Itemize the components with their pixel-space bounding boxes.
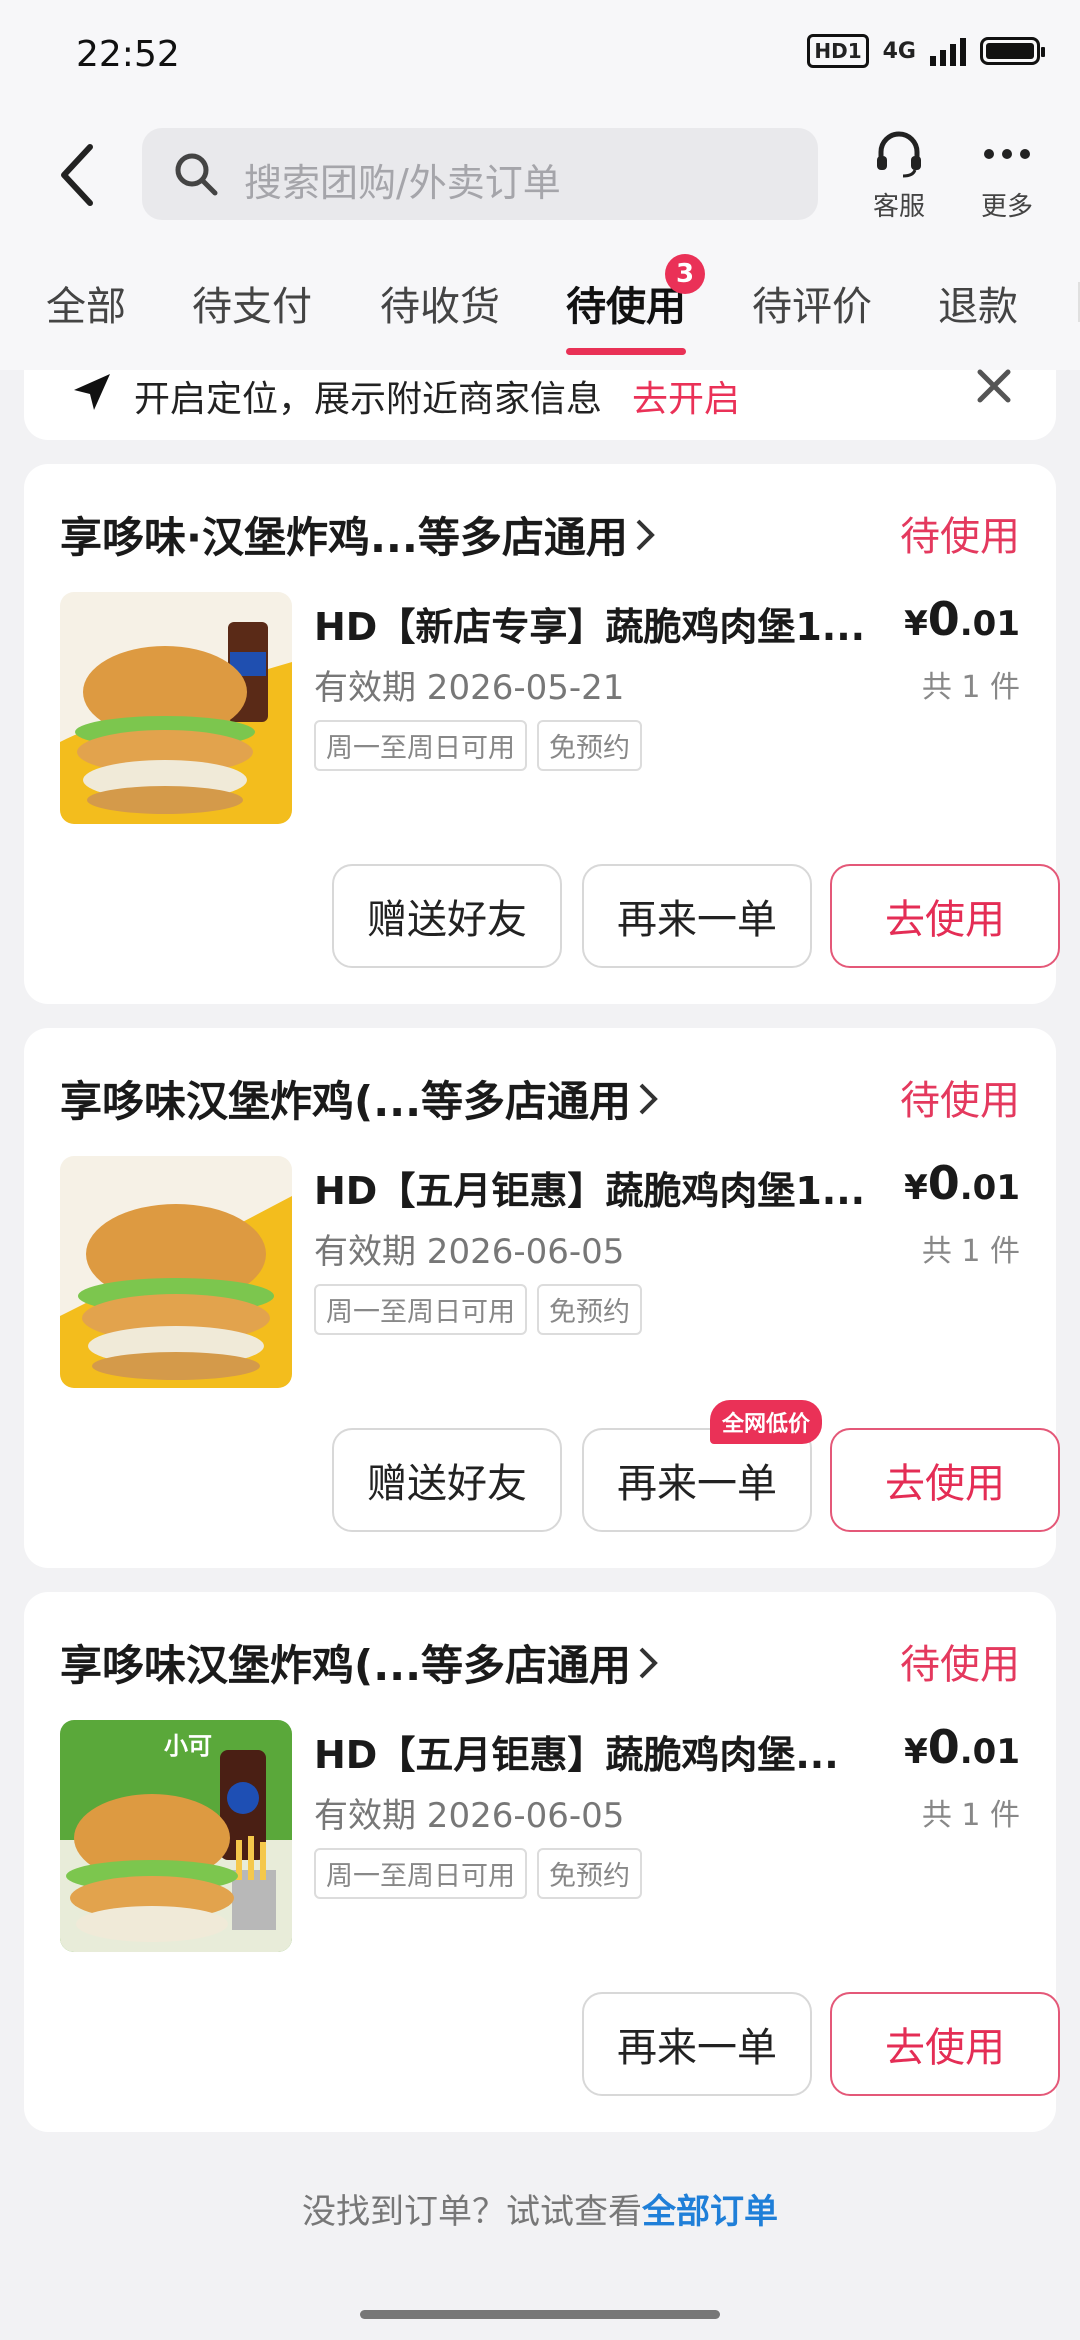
order-card[interactable]: 享哆味·汉堡炸鸡...等多店通用 待使用 HD【新店专享】蔬脆鸡肉堡1... ¥… — [24, 464, 1060, 1004]
gift-friend-button[interactable]: 赠送好友 — [332, 864, 562, 968]
use-button[interactable]: 去使用 — [830, 864, 1060, 968]
quantity: 共 1 件 — [921, 670, 1020, 705]
shop-name: 享哆味·汉堡炸鸡...等多店通用 — [60, 513, 628, 562]
reorder-button[interactable]: 再来一单 — [582, 864, 812, 968]
price-decimal: .01 — [959, 1732, 1020, 1772]
tag-no-reservation: 免预约 — [537, 1284, 642, 1335]
order-status: 待使用 — [900, 1078, 1020, 1124]
tag-weekdays: 周一至周日可用 — [314, 1284, 527, 1335]
tab-count-badge: 3 — [665, 254, 705, 294]
tab-pending-payment[interactable]: 待支付 — [192, 274, 312, 332]
tag-no-reservation: 免预约 — [537, 1848, 642, 1899]
all-orders-link[interactable]: 全部订单 — [642, 2192, 778, 2232]
tab-pending-delivery[interactable]: 待收货 — [380, 274, 500, 332]
validity-date: 有效期 2026-06-05 — [314, 1796, 625, 1836]
tag-weekdays: 周一至周日可用 — [314, 720, 527, 771]
product-name[interactable]: HD【五月钜惠】蔬脆鸡肉堡... — [314, 1724, 839, 1779]
order-status: 待使用 — [900, 1642, 1020, 1688]
order-card[interactable]: 享哆味汉堡炸鸡(...等多店通用 待使用 小可 HD【五月钜惠】蔬脆鸡肉堡...… — [24, 1592, 1060, 2132]
status-bar: 22:52 HD1 4G — [0, 0, 1080, 110]
product-name[interactable]: HD【新店专享】蔬脆鸡肉堡1... — [314, 596, 865, 651]
price: ¥0.01 — [904, 1720, 1020, 1774]
order-tabs: 全部 待支付 待收货 待使用 待评价 退款 — [0, 240, 1080, 370]
chevron-right-icon — [636, 519, 655, 550]
tab-indicator — [566, 348, 686, 355]
battery-icon — [980, 37, 1045, 65]
search-icon — [172, 150, 220, 202]
order-card[interactable]: 享哆味汉堡炸鸡(...等多店通用 待使用 HD【五月钜惠】蔬脆鸡肉堡1... ¥… — [24, 1028, 1060, 1568]
tab-pending-review[interactable]: 待评价 — [752, 274, 872, 332]
price-currency: ¥ — [904, 604, 928, 644]
tag-no-reservation: 免预约 — [537, 720, 642, 771]
chevron-right-icon — [639, 1647, 658, 1678]
network-type: 4G — [882, 38, 916, 64]
shop-name-link[interactable]: 享哆味汉堡炸鸡(...等多店通用 — [60, 1068, 659, 1129]
use-button[interactable]: 去使用 — [830, 1428, 1060, 1532]
shop-name: 享哆味汉堡炸鸡(...等多店通用 — [60, 1641, 632, 1690]
service-label: 客服 — [872, 192, 925, 222]
quantity: 共 1 件 — [921, 1234, 1020, 1269]
use-button[interactable]: 去使用 — [830, 1992, 1060, 2096]
status-icons: HD1 4G — [807, 34, 1045, 68]
hd-icon: HD1 — [807, 34, 869, 68]
footer-hint: 没找到订单？试试查看全部订单 — [0, 2184, 1080, 2233]
product-image[interactable] — [60, 1156, 292, 1388]
price-integer: 0 — [927, 592, 960, 646]
price-integer: 0 — [927, 1156, 960, 1210]
chevron-right-icon — [639, 1083, 658, 1114]
product-image[interactable] — [60, 592, 292, 824]
price-integer: 0 — [927, 1720, 960, 1774]
quantity: 共 1 件 — [921, 1798, 1020, 1833]
more-button[interactable]: 更多 — [962, 130, 1052, 223]
gift-friend-button[interactable]: 赠送好友 — [332, 1428, 562, 1532]
tag-list: 周一至周日可用 免预约 — [314, 1284, 642, 1335]
shop-name-link[interactable]: 享哆味·汉堡炸鸡...等多店通用 — [60, 504, 656, 565]
tab-refund[interactable]: 退款 — [938, 274, 1018, 332]
enable-location-link[interactable]: 去开启 — [632, 370, 740, 422]
price-decimal: .01 — [959, 1168, 1020, 1208]
signal-icon — [930, 36, 966, 66]
service-button[interactable]: 客服 — [854, 130, 944, 223]
price-decimal: .01 — [959, 604, 1020, 644]
tab-all[interactable]: 全部 — [46, 274, 126, 332]
shop-name-link[interactable]: 享哆味汉堡炸鸡(...等多店通用 — [60, 1632, 659, 1693]
validity-date: 有效期 2026-05-21 — [314, 668, 625, 708]
product-name[interactable]: HD【五月钜惠】蔬脆鸡肉堡1... — [314, 1160, 865, 1215]
home-indicator[interactable] — [360, 2310, 720, 2319]
tag-weekdays: 周一至周日可用 — [314, 1848, 527, 1899]
price-currency: ¥ — [904, 1168, 928, 1208]
price: ¥0.01 — [904, 1156, 1020, 1210]
search-bar[interactable]: 搜索团购/外卖订单 — [142, 128, 818, 220]
product-image[interactable]: 小可 — [60, 1720, 292, 1952]
shop-name: 享哆味汉堡炸鸡(...等多店通用 — [60, 1077, 632, 1126]
lowest-price-badge: 全网低价 — [710, 1400, 823, 1444]
tag-list: 周一至周日可用 免预约 — [314, 720, 642, 771]
order-status: 待使用 — [900, 514, 1020, 560]
reorder-button[interactable]: 再来一单 — [582, 1992, 812, 2096]
tag-list: 周一至周日可用 免预约 — [314, 1848, 642, 1899]
location-arrow-icon — [70, 370, 114, 418]
status-time: 22:52 — [76, 34, 180, 75]
image-overlay-text: 小可 — [164, 1732, 212, 1760]
chevron-left-icon — [61, 144, 93, 206]
close-icon[interactable] — [972, 364, 1016, 412]
validity-date: 有效期 2026-06-05 — [314, 1232, 625, 1272]
price-currency: ¥ — [904, 1732, 928, 1772]
back-button[interactable] — [48, 140, 108, 210]
header: 搜索团购/外卖订单 客服 更多 — [0, 110, 1080, 240]
search-placeholder: 搜索团购/外卖订单 — [244, 161, 561, 205]
location-banner: 开启定位，展示附近商家信息 去开启 — [24, 369, 1056, 440]
footer-text: 没找到订单？试试查看 — [302, 2192, 642, 2232]
more-label: 更多 — [980, 192, 1033, 222]
headset-icon — [877, 131, 921, 178]
location-banner-text: 开启定位，展示附近商家信息 — [134, 379, 603, 420]
more-dots-icon — [984, 149, 1030, 159]
price: ¥0.01 — [904, 592, 1020, 646]
